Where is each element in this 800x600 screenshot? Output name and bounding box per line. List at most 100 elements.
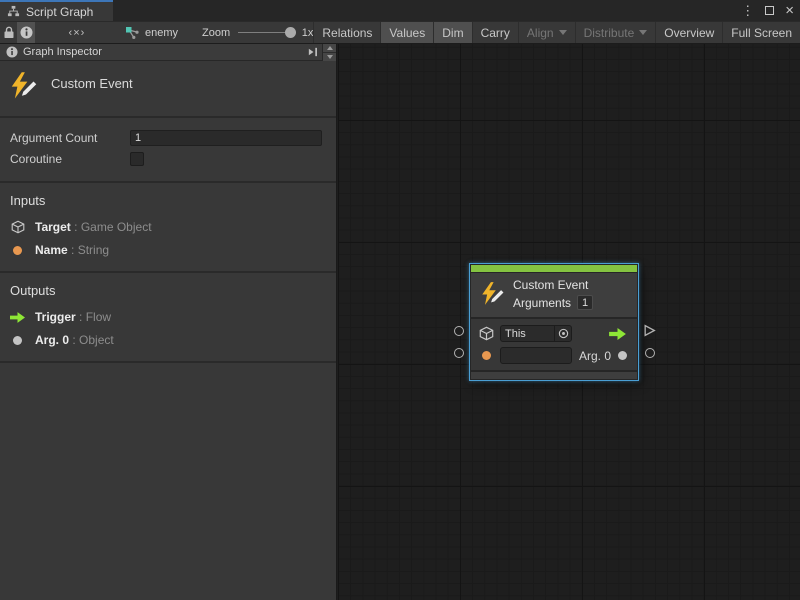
info-icon xyxy=(20,26,33,39)
graph-inspector-header: Graph Inspector xyxy=(0,44,336,61)
relations-button[interactable]: Relations xyxy=(313,22,380,43)
object-port-icon xyxy=(618,351,627,360)
window-controls: ⋮ × xyxy=(741,0,794,21)
scroll-up-button[interactable] xyxy=(323,44,336,52)
outputs-heading: Outputs xyxy=(10,283,326,298)
triangle-down-icon xyxy=(327,55,333,59)
coroutine-row: Coroutine xyxy=(10,148,322,169)
unit-title: Custom Event xyxy=(51,76,133,101)
graph-name: enemy xyxy=(145,27,178,39)
separator: : xyxy=(72,333,75,347)
zoom-slider[interactable] xyxy=(238,26,296,40)
outputs-section: Outputs Trigger : Flow Arg. 0 : Object xyxy=(0,273,336,363)
input-row-target: Target : Game Object xyxy=(10,220,326,234)
node-title: Custom Event xyxy=(513,278,593,293)
unit-fields: Argument Count Coroutine xyxy=(0,118,336,183)
align-button[interactable]: Align xyxy=(518,22,575,43)
graph-canvas[interactable]: Custom Event Arguments 1 This xyxy=(338,44,800,600)
argument-count-row: Argument Count xyxy=(10,127,322,148)
triangle-up-icon xyxy=(327,46,333,50)
inspect-toggle-button[interactable] xyxy=(17,22,34,43)
panel-title: Graph Inspector xyxy=(23,46,304,58)
code-icon: ‹×› xyxy=(69,27,86,39)
distribute-button[interactable]: Distribute xyxy=(575,22,656,43)
port-name: Arg. 0 xyxy=(35,333,69,347)
string-port-icon xyxy=(479,351,494,360)
graph-icon xyxy=(125,26,139,40)
overview-button[interactable]: Overview xyxy=(655,22,722,43)
node-footer xyxy=(471,372,637,379)
node-header[interactable]: Custom Event Arguments 1 xyxy=(471,273,637,317)
node-color-bar xyxy=(471,265,637,272)
lock-button[interactable] xyxy=(0,22,17,43)
output-row-arg0: Arg. 0 : Object xyxy=(10,333,326,347)
gameobject-port-icon xyxy=(479,326,494,341)
string-port-icon xyxy=(10,246,25,255)
tab-script-graph[interactable]: Script Graph xyxy=(0,0,113,21)
arg0-label: Arg. 0 xyxy=(579,349,611,363)
port-type: String xyxy=(78,243,109,257)
toolbar: ‹×› enemy Zoom 1x Relations Values Dim C… xyxy=(0,21,800,44)
dock-icon xyxy=(307,46,319,58)
target-self-dropdown[interactable]: This xyxy=(500,325,572,342)
dropdown-caret-icon xyxy=(639,30,647,35)
port-name: Trigger xyxy=(35,310,76,324)
tab-label: Script Graph xyxy=(26,5,93,19)
name-value-input[interactable] xyxy=(500,347,572,364)
port-type: Object xyxy=(79,333,114,347)
input-port-target[interactable] xyxy=(454,326,464,336)
coroutine-checkbox[interactable] xyxy=(130,152,144,166)
argument-count-input[interactable] xyxy=(130,130,322,146)
input-port-name[interactable] xyxy=(454,348,464,358)
separator: : xyxy=(74,220,77,234)
input-row-name: Name : String xyxy=(10,243,326,257)
values-button[interactable]: Values xyxy=(380,22,433,43)
arguments-value-field[interactable]: 1 xyxy=(577,295,593,310)
zoom-label: Zoom xyxy=(202,27,230,39)
window-menu-icon[interactable]: ⋮ xyxy=(741,4,754,17)
hierarchy-icon xyxy=(7,5,20,18)
arguments-label: Arguments xyxy=(513,296,571,310)
lock-icon xyxy=(3,26,15,39)
argument-count-label: Argument Count xyxy=(10,131,130,145)
separator: : xyxy=(71,243,74,257)
scroll-down-button[interactable] xyxy=(323,52,336,61)
dim-button[interactable]: Dim xyxy=(433,22,471,43)
custom-event-icon xyxy=(479,278,505,310)
code-view-button[interactable]: ‹×› xyxy=(57,22,97,43)
node-row-arg0: Arg. 0 xyxy=(479,347,629,364)
output-port-trigger[interactable] xyxy=(643,324,656,342)
carry-button[interactable]: Carry xyxy=(472,22,518,43)
dropdown-caret-icon xyxy=(559,30,567,35)
close-icon[interactable]: × xyxy=(785,3,794,18)
separator: : xyxy=(79,310,82,324)
target-value: This xyxy=(505,328,554,340)
object-picker-icon[interactable] xyxy=(554,326,571,341)
node-body: This Arg. 0 xyxy=(471,319,637,370)
zoom-slider-handle[interactable] xyxy=(285,27,296,38)
align-label: Align xyxy=(527,26,554,40)
node-arguments-row: Arguments 1 xyxy=(513,295,593,310)
port-name: Target xyxy=(35,220,71,234)
object-port-icon xyxy=(10,336,25,345)
gameobject-port-icon xyxy=(10,220,25,234)
custom-event-icon xyxy=(8,71,38,101)
dock-panel-button[interactable] xyxy=(304,46,322,58)
inputs-section: Inputs Target : Game Object Name : Strin… xyxy=(0,183,336,273)
info-icon xyxy=(6,46,18,58)
graph-breadcrumb[interactable]: enemy xyxy=(125,22,178,43)
port-name: Name xyxy=(35,243,68,257)
port-type: Flow xyxy=(86,310,111,324)
inputs-heading: Inputs xyxy=(10,193,326,208)
titlebar: Script Graph ⋮ × xyxy=(0,0,800,21)
distribute-label: Distribute xyxy=(584,26,635,40)
port-type: Game Object xyxy=(81,220,152,234)
unit-header: Custom Event xyxy=(0,61,336,118)
maximize-icon[interactable] xyxy=(765,6,774,15)
output-port-arg0[interactable] xyxy=(645,348,655,358)
graph-inspector-panel: Graph Inspector Custom Event Arg xyxy=(0,44,337,600)
custom-event-node[interactable]: Custom Event Arguments 1 This xyxy=(469,263,639,381)
output-row-trigger: Trigger : Flow xyxy=(10,310,326,324)
fullscreen-button[interactable]: Full Screen xyxy=(722,22,800,43)
flow-port-icon xyxy=(10,312,25,323)
